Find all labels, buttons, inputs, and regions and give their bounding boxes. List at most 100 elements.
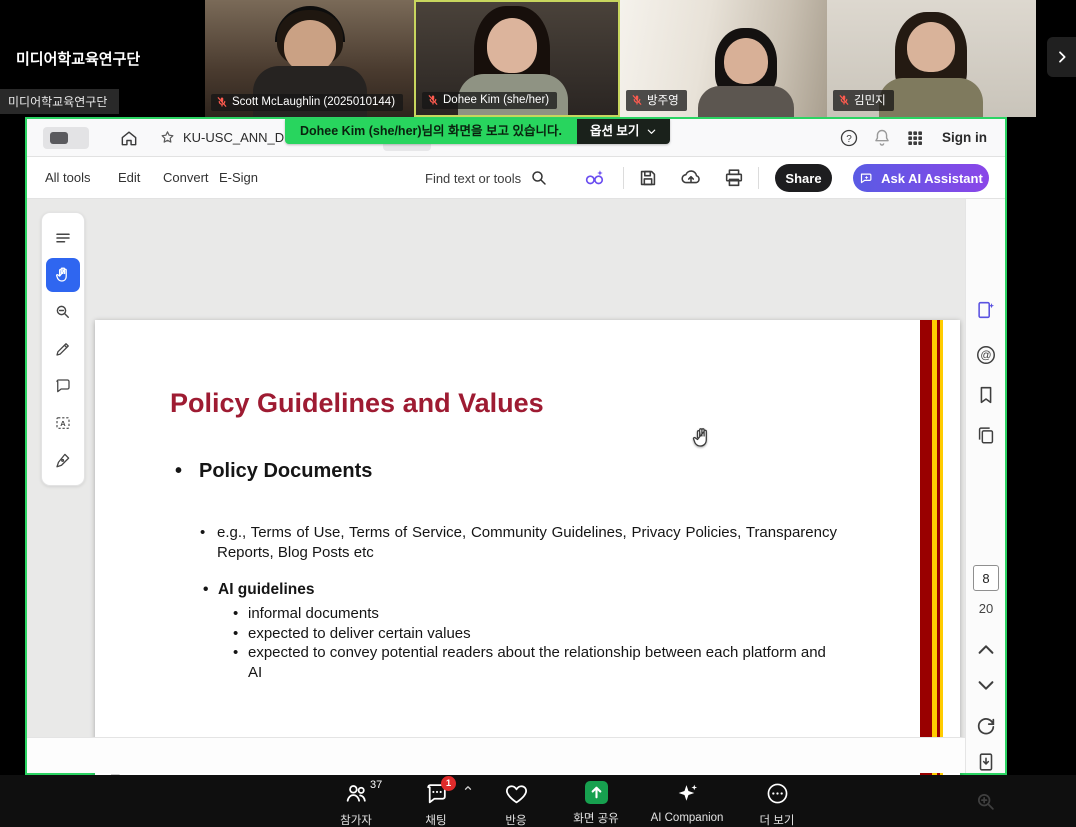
hand-tool-button[interactable]: [46, 258, 80, 292]
home-icon[interactable]: [119, 128, 139, 148]
person-silhouette: [879, 78, 983, 117]
ai-assistant-icon[interactable]: [583, 167, 605, 189]
slide-subbullet-examples: e.g., Terms of Use, Terms of Service, Co…: [200, 523, 837, 563]
sign-in-button[interactable]: Sign in: [942, 119, 987, 157]
screen-share-banner: Dohee Kim (she/her)님의 화면을 보고 있습니다. 옵션 보기: [285, 119, 670, 144]
svg-text:?: ?: [846, 134, 852, 145]
comment-tool-button[interactable]: [46, 369, 80, 403]
page-total-label: 20: [966, 601, 1006, 616]
chevron-right-icon: [1054, 49, 1070, 65]
slide-subbullet-relationship: expected to convey potential readers abo…: [233, 643, 833, 683]
ai-companion-label: AI Companion: [637, 812, 737, 824]
participant-name: Dohee Kim (she/her): [443, 94, 549, 106]
slide-bullet-policy-documents: Policy Documents: [175, 460, 372, 483]
panel-lines-icon: [54, 229, 72, 247]
reactions-label: 반응: [474, 812, 558, 827]
chevron-down-icon: [646, 126, 657, 137]
participant-name: Scott McLaughlin (2025010144): [232, 96, 395, 108]
person-silhouette: [698, 86, 794, 117]
view-options-button[interactable]: 옵션 보기: [577, 119, 670, 144]
mic-muted-icon: [216, 96, 228, 108]
ai-companion-button[interactable]: AI Companion: [637, 778, 737, 826]
view-options-label: 옵션 보기: [590, 119, 639, 144]
pencil-tool-button[interactable]: [46, 332, 80, 366]
participant-name: 김민지: [854, 92, 886, 108]
at-comment-button[interactable]: @: [975, 344, 997, 366]
page-number-input[interactable]: 8: [973, 565, 999, 591]
next-page-button[interactable]: [975, 674, 997, 696]
ellipsis-icon: [765, 781, 790, 806]
more-button[interactable]: 더 보기: [735, 778, 819, 826]
mic-muted-icon: [427, 94, 439, 106]
right-tool-rail: @ 8 20: [965, 199, 1005, 773]
chat-sparkle-icon: [859, 171, 874, 186]
acrobat-tab-bar: KU-USC_ANN_D Dohee Kim (she/her)님의 화면을 보…: [27, 119, 1005, 157]
person-silhouette: [487, 18, 537, 73]
apps-grid-icon[interactable]: [905, 128, 925, 148]
zoom-tool-button[interactable]: [46, 295, 80, 329]
shared-screen-acrobat-window: KU-USC_ANN_D Dohee Kim (she/her)님의 화면을 보…: [25, 117, 1007, 775]
fill-sign-tool-button[interactable]: [46, 443, 80, 477]
zoom-meeting-window: 미디어학교육연구단 미디어학교육연구단 Scott McLaughlin (20…: [0, 0, 1076, 827]
previous-page-button[interactable]: [975, 639, 997, 661]
participant-name-tag: Scott McLaughlin (2025010144): [211, 94, 403, 111]
menu-item-convert[interactable]: Convert: [163, 157, 209, 199]
select-text-tool-button[interactable]: A: [46, 406, 80, 440]
hand-cursor-icon: [690, 426, 714, 450]
participants-icon: [344, 781, 369, 806]
expand-gallery-button[interactable]: [1047, 37, 1076, 77]
comment-bubble-icon: [54, 377, 72, 395]
share-banner-message: Dohee Kim (she/her)님의 화면을 보고 있습니다.: [285, 119, 577, 144]
reactions-button[interactable]: 반응: [474, 778, 558, 826]
video-strip: 미디어학교육연구단 미디어학교육연구단 Scott McLaughlin (20…: [0, 0, 1076, 117]
acrobat-toolbar: All tools Edit Convert E-Sign Find text …: [27, 157, 1005, 199]
toolbar-divider: [758, 167, 759, 189]
screen-share-button[interactable]: 화면 공유: [554, 778, 638, 826]
document-tab-title[interactable]: KU-USC_ANN_D: [183, 119, 285, 157]
find-tools-button[interactable]: Find text or tools: [425, 157, 548, 199]
ask-ai-label: Ask AI Assistant: [881, 171, 983, 186]
search-icon: [530, 169, 548, 187]
pen-nib-icon: [54, 451, 72, 469]
chat-caret-icon[interactable]: [463, 783, 473, 793]
menu-item-all-tools[interactable]: All tools: [45, 157, 91, 199]
share-button[interactable]: Share: [775, 164, 832, 192]
participant-tile-scott[interactable]: Scott McLaughlin (2025010144): [205, 0, 414, 117]
ask-ai-assistant-button[interactable]: Ask AI Assistant: [853, 164, 989, 192]
ai-companion-sparkle-icon: [675, 781, 700, 806]
bookmark-button[interactable]: [975, 384, 997, 406]
pencil-icon: [54, 340, 72, 358]
zoom-tool-icon: [54, 303, 72, 321]
participant-tile-bang[interactable]: 방주영: [620, 0, 827, 117]
favorite-star-icon[interactable]: [159, 129, 176, 146]
menu-item-esign[interactable]: E-Sign: [219, 157, 258, 199]
participant-name-tag: Dohee Kim (she/her): [422, 92, 557, 109]
document-viewport[interactable]: Policy Guidelines and Values Policy Docu…: [27, 199, 965, 737]
acrobat-footer-strip: [27, 737, 965, 773]
chat-label: 채팅: [394, 812, 478, 827]
ai-summary-button[interactable]: [975, 299, 997, 321]
copy-pages-button[interactable]: [975, 424, 997, 446]
refresh-rotate-button[interactable]: [975, 715, 997, 737]
slide-subbullet-values: expected to deliver certain values: [233, 624, 471, 644]
screen-share-icon: [585, 781, 608, 804]
meeting-title: 미디어학교육연구단: [16, 48, 140, 69]
print-icon[interactable]: [723, 167, 745, 189]
menu-item-edit[interactable]: Edit: [118, 157, 140, 199]
save-icon[interactable]: [637, 167, 659, 189]
bell-icon[interactable]: [872, 128, 892, 148]
participants-count: 37: [370, 779, 382, 791]
heart-icon: [504, 781, 529, 806]
zoom-in-button[interactable]: [975, 791, 997, 813]
mic-muted-icon: [631, 94, 643, 106]
export-document-button[interactable]: [975, 751, 997, 773]
cloud-upload-icon[interactable]: [680, 167, 702, 189]
chat-button[interactable]: 1 채팅: [394, 778, 478, 826]
participant-tile-dohee[interactable]: Dohee Kim (she/her): [414, 0, 620, 117]
participant-tile-kim[interactable]: 김민지: [827, 0, 1036, 117]
help-icon[interactable]: ?: [839, 128, 859, 148]
left-tool-rail: A: [41, 212, 85, 486]
app-menu-button[interactable]: [43, 127, 89, 149]
page-panels-button[interactable]: [46, 221, 80, 255]
participants-button[interactable]: 37 참가자: [314, 778, 398, 826]
